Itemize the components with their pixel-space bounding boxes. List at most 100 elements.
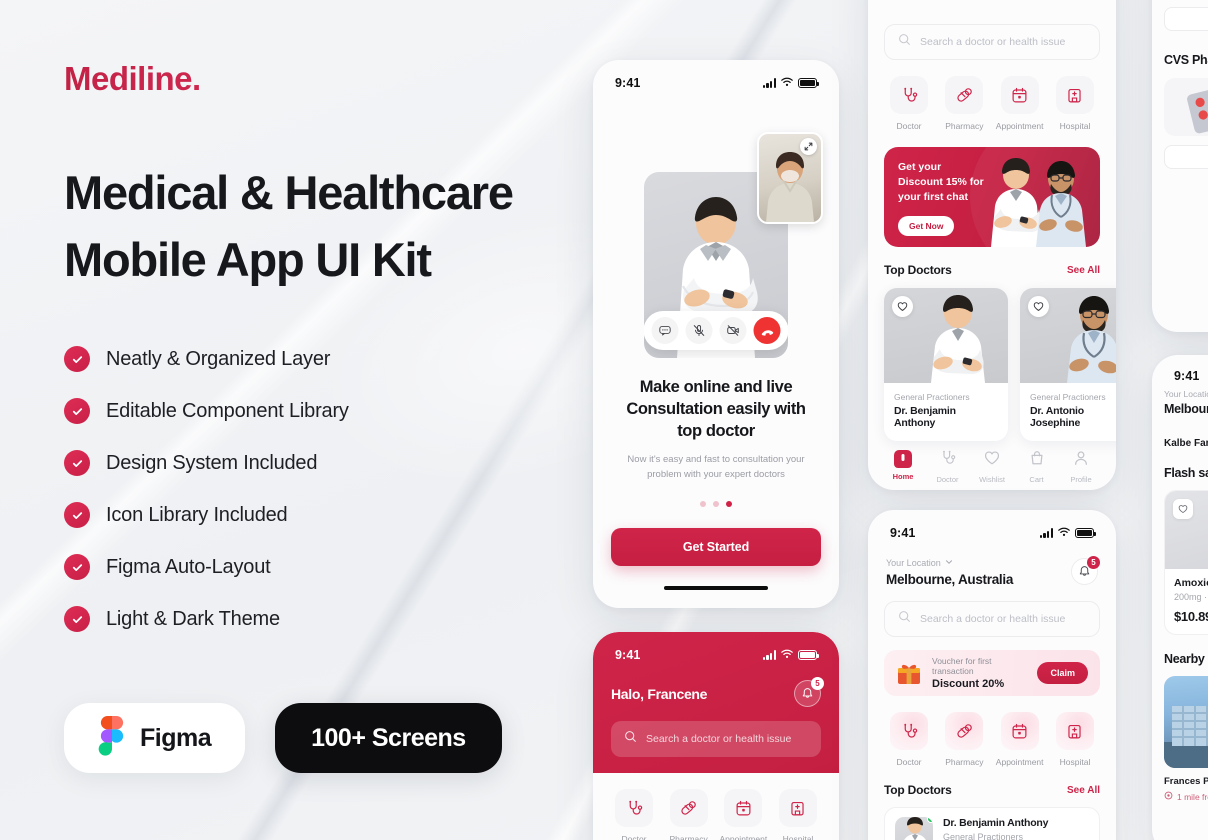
capsule-icon (945, 712, 984, 750)
location-block[interactable]: Your Location Melbourne, Australia (886, 558, 1013, 587)
category-doctor[interactable]: Doctor (611, 789, 657, 840)
doctor-list-item[interactable]: Dr. Benjamin Anthony General Practioners (884, 807, 1100, 840)
category-hospital[interactable]: Hospital (775, 789, 821, 840)
signal-icon (762, 650, 776, 660)
doctor-meta: General Practioners Dr. Antonio Josephin… (1020, 383, 1116, 441)
location-row: Your Location Melbourne, Australia 5 (868, 548, 1116, 587)
doctor-photo (884, 288, 1008, 383)
tab-cart[interactable]: Cart (1018, 450, 1056, 484)
get-started-button[interactable]: Get Started (611, 527, 821, 566)
flash-body: Your Locatio Melbourn Kalbe Farma Flash … (1152, 389, 1208, 802)
category-label: Pharmacy (669, 834, 708, 840)
see-all-link[interactable]: See All (1067, 785, 1100, 796)
category-label: Hospital (1059, 757, 1091, 767)
list-item: Figma Auto-Layout (64, 541, 604, 593)
home-indicator (664, 585, 768, 591)
search-placeholder: Search a doctor or health issue (920, 613, 1066, 625)
signal-icon (762, 78, 776, 88)
figma-badge[interactable]: Figma (64, 703, 246, 774)
poster-canvas: Mediline. Medical & Healthcare Mobile Ap… (0, 0, 1208, 840)
doctor-name: Dr. Benjamin Anthony (943, 817, 1049, 829)
doctor-card[interactable]: General Practioners Dr. Benjamin Anthony (884, 288, 1008, 441)
feature-list: Neatly & Organized Layer Editable Compon… (64, 333, 604, 645)
status-time: 9:41 (1174, 369, 1200, 383)
search-input[interactable]: Search a doctor or health issue (884, 601, 1100, 637)
bag-icon (1029, 450, 1045, 471)
page-title: Medical & Healthcare Mobile App UI Kit (64, 160, 604, 293)
hospital-image (1164, 676, 1208, 768)
pagination-dot[interactable] (700, 500, 706, 507)
category-pharmacy[interactable]: Pharmacy (666, 789, 712, 840)
tab-label: Cart (1029, 475, 1044, 484)
status-time: 9:41 (890, 526, 916, 540)
section-title: Top Doctors (884, 263, 952, 277)
category-appointment[interactable]: Appointment (719, 789, 767, 840)
category-label: Appointment (995, 121, 1044, 131)
status-time: 9:41 (615, 648, 641, 662)
user-icon (1073, 450, 1089, 471)
video-off-icon[interactable] (719, 317, 747, 344)
bottom-tab-bar: Home Doctor Wishlist Cart Profile (868, 441, 1116, 484)
headline-line-1: Medical & Healthcare (64, 166, 514, 219)
category-pharmacy[interactable]: Pharmacy (941, 76, 987, 131)
badge-row: Figma 100+ Screens (64, 703, 604, 774)
get-now-button[interactable]: Get Now (898, 215, 955, 236)
figma-badge-label: Figma (140, 723, 212, 752)
store-name: Kalbe Farma (1164, 438, 1208, 449)
category-doctor[interactable]: Doctor (886, 76, 932, 131)
tab-doctor[interactable]: Doctor (929, 450, 967, 484)
search-input[interactable]: Search a doctor or health issue (611, 721, 821, 757)
heart-icon[interactable] (892, 296, 913, 317)
pagination-dot[interactable] (713, 500, 719, 507)
tab-wishlist[interactable]: Wishlist (973, 450, 1011, 484)
greeting-row: Halo, Francene 5 (593, 670, 839, 707)
category-hospital[interactable]: Hospital (1052, 712, 1098, 767)
feature-label: Icon Library Included (106, 503, 288, 526)
category-appointment[interactable]: Appointment (996, 712, 1044, 767)
calendar-icon (724, 789, 763, 827)
location-label-wrap: Your Location (886, 558, 1013, 568)
category-row: Doctor Pharmacy Appointment Hospital (868, 696, 1116, 767)
feature-label: Light & Dark Theme (106, 607, 280, 630)
search-icon (898, 610, 911, 628)
doctor-card[interactable]: General Practioners Dr. Antonio Josephin… (1020, 288, 1116, 441)
voucher-banner[interactable]: Voucher for first transaction Discount 2… (884, 650, 1100, 696)
tab-profile[interactable]: Profile (1062, 450, 1100, 484)
status-bar: 9:41 (593, 60, 839, 98)
hospital-distance: 1 mile from (1164, 791, 1208, 802)
chat-icon[interactable] (651, 317, 679, 344)
promo-banner[interactable]: Get your Discount 15% for your first cha… (884, 147, 1100, 247)
category-label: Doctor (896, 121, 922, 131)
screens-badge[interactable]: 100+ Screens (275, 703, 502, 774)
expand-icon[interactable] (800, 138, 817, 155)
notification-button[interactable]: 5 (794, 677, 824, 707)
notification-button[interactable]: 5 (1071, 556, 1100, 585)
doctor-photo (1020, 288, 1116, 383)
mic-off-icon[interactable] (685, 317, 713, 344)
status-icons (762, 74, 820, 92)
claim-button[interactable]: Claim (1037, 662, 1088, 684)
search-input[interactable]: Search a doctor or health issue (884, 24, 1100, 60)
category-label: Hospital (1059, 121, 1091, 131)
wifi-icon (781, 74, 793, 92)
heart-icon[interactable] (1028, 296, 1049, 317)
category-appointment[interactable]: Appointment (995, 76, 1044, 131)
category-pharmacy[interactable]: Pharmacy (941, 712, 987, 767)
stethoscope-icon (890, 712, 928, 750)
tab-home[interactable]: Home (1164, 211, 1208, 247)
onboarding-subtitle: Now it's easy and fast to consultation y… (627, 454, 805, 481)
category-hospital[interactable]: Hospital (1052, 76, 1098, 131)
end-call-icon[interactable] (753, 317, 781, 344)
tab-label: Profile (1070, 475, 1092, 484)
tab-home[interactable]: Home (884, 450, 922, 484)
see-all-link[interactable]: See All (1067, 265, 1100, 276)
doctor-specialty: General Practioners (894, 392, 970, 402)
stethoscope-icon (615, 789, 653, 827)
pagination-dot-active[interactable] (726, 500, 732, 507)
dose-badge-bottom: 200 mg (1164, 145, 1208, 169)
top-doctors-header: Top Doctors See All (868, 767, 1116, 797)
phone-home-light-screen: Search a doctor or health issue Doctor P… (868, 0, 1116, 490)
heart-icon (984, 450, 1000, 471)
category-doctor[interactable]: Doctor (886, 712, 932, 767)
product-card[interactable]: Amoxicil 200mg · 1 $10.89 (1164, 490, 1208, 635)
